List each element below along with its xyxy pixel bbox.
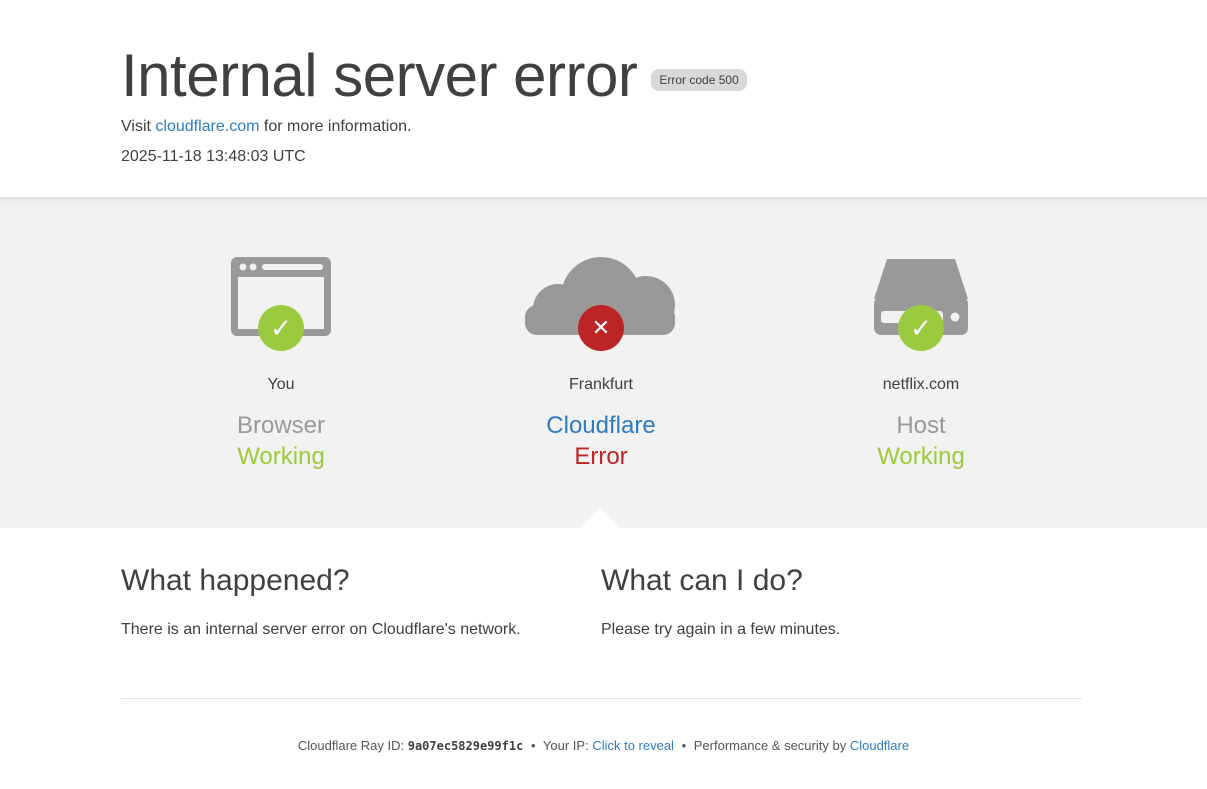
page-title: Internal server error (121, 42, 638, 109)
cloud-icon: ✕ (481, 255, 721, 355)
what-happened-heading: What happened? (121, 564, 350, 597)
cloudflare-link[interactable]: cloudflare.com (155, 118, 259, 135)
node-location: netflix.com (882, 376, 960, 393)
what-can-i-do-body: Please try again in a few minutes. (601, 621, 841, 638)
node-status: Error (574, 443, 628, 470)
visit-suffix: for more information. (263, 118, 412, 135)
cloudflare-role-link[interactable]: Cloudflare (481, 411, 721, 441)
what-happened-body: There is an internal server error on Clo… (121, 621, 521, 638)
ip-label: Your IP: (542, 738, 589, 753)
band-pointer (580, 508, 620, 528)
check-icon: ✓ (258, 305, 304, 351)
node-role: Browser (236, 412, 326, 439)
what-can-i-do-heading: What can I do? (601, 564, 803, 597)
node-status: Working (877, 443, 965, 470)
error-code-badge: Error code 500 (651, 69, 747, 91)
visit-prefix: Visit (121, 118, 151, 135)
what-happened-section: What happened? There is an internal serv… (121, 563, 581, 642)
check-icon: ✓ (898, 305, 944, 351)
cloudflare-footer-link[interactable]: Cloudflare (850, 738, 909, 753)
title-row: Internal server error Error code 500 (121, 40, 1081, 112)
server-icon: ✓ (801, 255, 1041, 355)
performance-label: Performance & security by (693, 738, 847, 753)
node-cloudflare: ✕ Frankfurt Cloudflare Error (481, 255, 721, 472)
node-role: Host (896, 412, 946, 439)
node-status: Working (237, 443, 325, 470)
ray-id-label: Cloudflare Ray ID: (297, 738, 405, 753)
browser-window-icon: ✓ (161, 255, 401, 355)
node-browser: ✓ You Browser Working (161, 255, 401, 472)
visit-line: Visit cloudflare.com for more informatio… (121, 118, 412, 136)
footer: Cloudflare Ray ID: 9a07ec5829e99f1c • Yo… (0, 738, 1207, 753)
node-location: You (267, 376, 295, 393)
reveal-ip-link[interactable]: Click to reveal (592, 738, 674, 753)
error-timestamp: 2025-11-18 13:48:03 UTC (121, 148, 306, 165)
footer-separator: • (681, 738, 687, 753)
what-can-i-do-section: What can I do? Please try again in a few… (601, 563, 1061, 642)
page-header: Internal server error Error code 500 Vis… (121, 40, 1081, 165)
node-host: ✓ netflix.com Host Working (801, 255, 1041, 472)
footer-separator: • (530, 738, 536, 753)
footer-divider (121, 698, 1082, 699)
ray-id-value: 9a07ec5829e99f1c (407, 739, 524, 753)
error-x-icon: ✕ (578, 305, 624, 351)
node-location: Frankfurt (568, 376, 633, 393)
